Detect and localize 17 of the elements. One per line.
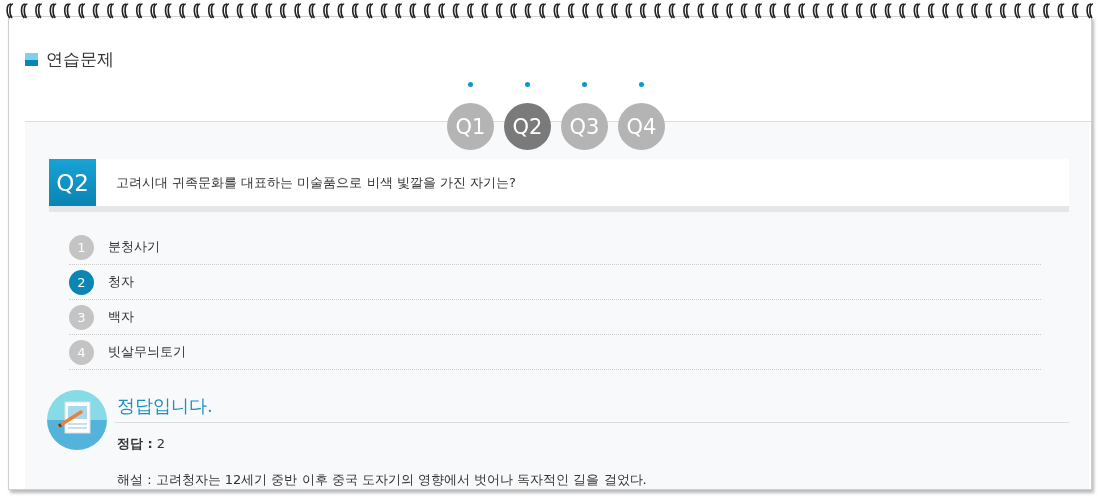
answer-text: 정답 : 2 (117, 435, 167, 453)
dot-icon (582, 82, 587, 88)
title-icon (25, 53, 38, 67)
option-number[interactable]: 2 (69, 269, 94, 295)
dot-icon (468, 82, 473, 88)
option-text[interactable]: 빗살무늬토기 (108, 343, 186, 361)
document-pencil-icon (47, 390, 107, 450)
dot-icon (639, 82, 644, 88)
option-text[interactable]: 청자 (108, 273, 134, 291)
question-number: Q2 (49, 159, 96, 206)
question-text: 고려시대 귀족문화를 대표하는 미술품으로 비색 빛깔을 가진 자기는? (116, 173, 516, 192)
option-text[interactable]: 분청사기 (108, 238, 160, 256)
explanation-text: 해설 : 고려청자는 12세기 중반 이후 중국 도자기의 영향에서 벗어나 독자적인 길을 걸었다. (117, 471, 648, 489)
result-message: 정답입니다. (115, 390, 1069, 423)
page-title: 연습문제 (46, 48, 114, 72)
dot-icon (525, 82, 530, 88)
option-text[interactable]: 백자 (108, 308, 134, 326)
